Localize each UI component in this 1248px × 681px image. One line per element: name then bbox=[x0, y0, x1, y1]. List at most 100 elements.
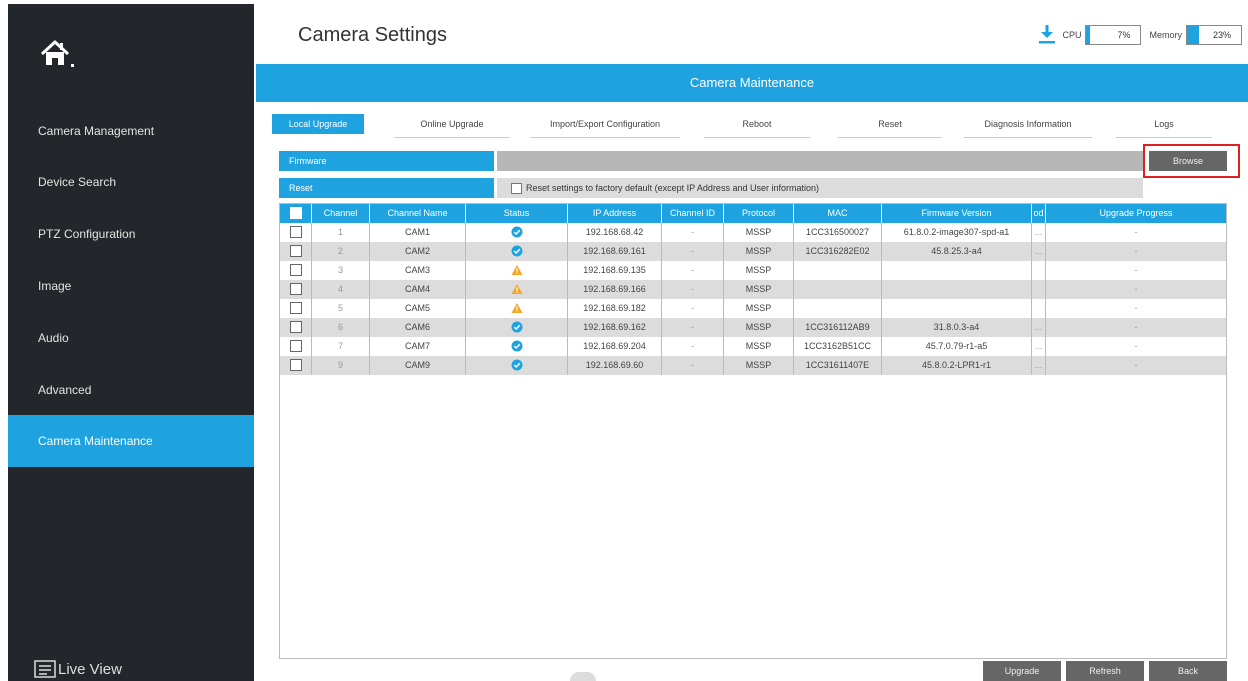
status-cell bbox=[466, 261, 568, 280]
cell-channel: 5 bbox=[312, 299, 370, 318]
cell-channel-id: - bbox=[662, 318, 724, 337]
reset-checkbox[interactable] bbox=[511, 182, 522, 194]
expand-handle[interactable] bbox=[570, 672, 596, 681]
status-cell bbox=[466, 337, 568, 356]
cell-name: CAM6 bbox=[370, 318, 466, 337]
cell-od[interactable] bbox=[1032, 299, 1046, 318]
cell-mac: 1CC31611407E bbox=[794, 356, 882, 375]
status-cell bbox=[466, 356, 568, 375]
tab-reset-label: Reset bbox=[878, 119, 902, 129]
sidebar-item-camera-management[interactable]: Camera Management bbox=[8, 105, 254, 157]
table-row[interactable]: 6 CAM6 192.168.69.162- MSSP 1CC316112AB9 31.8… bbox=[280, 318, 1226, 337]
tab-online-upgrade-label: Online Upgrade bbox=[420, 119, 484, 129]
cell-od[interactable]: ... bbox=[1032, 356, 1046, 375]
status-cell bbox=[466, 280, 568, 299]
cell-progress: - bbox=[1134, 303, 1138, 313]
sidebar-item-device-search[interactable]: Device Search bbox=[8, 156, 254, 208]
refresh-button[interactable]: Refresh bbox=[1066, 661, 1144, 681]
upgrade-button[interactable]: Upgrade bbox=[983, 661, 1061, 681]
select-all-cell bbox=[280, 204, 312, 223]
row-select-cell bbox=[280, 356, 312, 375]
cell-od[interactable]: ... bbox=[1032, 242, 1046, 261]
cpu-meter-fill bbox=[1086, 26, 1091, 44]
table-row[interactable]: 4 CAM4 192.168.69.166- MSSP - bbox=[280, 280, 1226, 299]
cell-progress: - bbox=[1134, 284, 1138, 294]
header-channel: Channel bbox=[312, 204, 370, 223]
header-firmware-version: Firmware Version bbox=[882, 204, 1032, 223]
table-row[interactable]: 2 CAM2 192.168.69.161- MSSP 1CC316282E02 45.8… bbox=[280, 242, 1226, 261]
status-warning-icon bbox=[511, 265, 522, 275]
cell-od[interactable]: ... bbox=[1032, 318, 1046, 337]
tab-import-export-label: Import/Export Configuration bbox=[549, 119, 661, 129]
tab-reboot[interactable]: Reboot bbox=[704, 114, 810, 138]
sidebar-item-ptz-configuration[interactable]: PTZ Configuration bbox=[8, 208, 254, 260]
section-banner: Camera Maintenance bbox=[256, 64, 1248, 102]
table-row[interactable]: 1 CAM1 192.168.68.42- MSSP 1CC316500027 61.8.… bbox=[280, 223, 1226, 242]
row-checkbox[interactable] bbox=[290, 283, 302, 295]
table-row[interactable]: 9 CAM9 192.168.69.60- MSSP 1CC31611407E 45.8.… bbox=[280, 356, 1226, 375]
tab-divider bbox=[1116, 137, 1212, 138]
back-button[interactable]: Back bbox=[1149, 661, 1227, 681]
cell-name: CAM2 bbox=[370, 242, 466, 261]
row-checkbox[interactable] bbox=[290, 359, 302, 371]
cell-ip: 192.168.69.166 bbox=[568, 280, 662, 299]
cell-channel-id: - bbox=[662, 223, 724, 242]
highlight-box bbox=[1143, 144, 1240, 178]
tab-import-export-configuration[interactable]: Import/Export Configuration bbox=[530, 114, 680, 138]
cell-ip: 192.168.68.42 bbox=[568, 223, 662, 242]
tab-online-upgrade[interactable]: Online Upgrade bbox=[394, 114, 510, 138]
live-view-label: Live View bbox=[58, 660, 122, 678]
row-checkbox[interactable] bbox=[290, 302, 302, 314]
cell-ip: 192.168.69.135 bbox=[568, 261, 662, 280]
row-checkbox[interactable] bbox=[290, 226, 302, 238]
home-icon[interactable] bbox=[40, 38, 80, 68]
sidebar-item-audio[interactable]: Audio bbox=[8, 312, 254, 364]
status-cell bbox=[466, 299, 568, 318]
cell-ip: 192.168.69.162 bbox=[568, 318, 662, 337]
memory-meter: 23% bbox=[1186, 25, 1242, 45]
tab-divider bbox=[838, 137, 942, 138]
memory-value: 23% bbox=[1212, 30, 1231, 40]
cell-protocol: MSSP bbox=[724, 223, 794, 242]
row-checkbox[interactable] bbox=[290, 264, 302, 276]
table-row[interactable]: 3 CAM3 192.168.69.135- MSSP - bbox=[280, 261, 1226, 280]
sidebar-item-camera-maintenance[interactable]: Camera Maintenance bbox=[8, 415, 254, 467]
cell-mac: 1CC3162B51CC bbox=[794, 337, 882, 356]
cpu-meter: 7% bbox=[1085, 25, 1142, 45]
firmware-path-field[interactable] bbox=[497, 151, 1143, 171]
tab-logs[interactable]: Logs bbox=[1116, 114, 1212, 138]
cell-protocol: MSSP bbox=[724, 242, 794, 261]
row-checkbox[interactable] bbox=[290, 245, 302, 257]
tab-local-upgrade[interactable]: Local Upgrade bbox=[272, 114, 364, 134]
reset-option-label: Reset settings to factory default (excep… bbox=[526, 183, 819, 193]
cell-od[interactable] bbox=[1032, 280, 1046, 299]
status-warning-icon bbox=[511, 303, 522, 313]
row-checkbox[interactable] bbox=[290, 340, 302, 352]
cell-od[interactable]: ... bbox=[1032, 223, 1046, 242]
cell-name: CAM9 bbox=[370, 356, 466, 375]
cell-channel: 7 bbox=[312, 337, 370, 356]
sidebar-item-advanced[interactable]: Advanced bbox=[8, 364, 254, 416]
cell-channel-id: - bbox=[662, 337, 724, 356]
download-icon[interactable] bbox=[1038, 24, 1056, 46]
select-all-checkbox[interactable] bbox=[290, 207, 302, 219]
live-view-button[interactable]: Live View bbox=[34, 660, 122, 678]
cell-od[interactable] bbox=[1032, 261, 1046, 280]
cell-od[interactable]: ... bbox=[1032, 337, 1046, 356]
cell-mac: 1CC316112AB9 bbox=[794, 318, 882, 337]
tab-divider bbox=[704, 137, 810, 138]
cell-protocol: MSSP bbox=[724, 337, 794, 356]
cell-progress: - bbox=[1134, 265, 1138, 275]
cell-channel: 2 bbox=[312, 242, 370, 261]
header-channel-name: Channel Name bbox=[370, 204, 466, 223]
tab-diagnosis-information[interactable]: Diagnosis Information bbox=[964, 114, 1092, 138]
sidebar-item-image[interactable]: Image bbox=[8, 260, 254, 312]
tab-reset[interactable]: Reset bbox=[838, 114, 942, 138]
table-row[interactable]: 5 CAM5 192.168.69.182- MSSP - bbox=[280, 299, 1226, 318]
row-checkbox[interactable] bbox=[290, 321, 302, 333]
table-row[interactable]: 7 CAM7 192.168.69.204- MSSP 1CC3162B51CC 45.7… bbox=[280, 337, 1226, 356]
header-channel-id: Channel ID bbox=[662, 204, 724, 223]
status-cell bbox=[466, 318, 568, 337]
header-ip-address: IP Address bbox=[568, 204, 662, 223]
cell-name: CAM1 bbox=[370, 223, 466, 242]
